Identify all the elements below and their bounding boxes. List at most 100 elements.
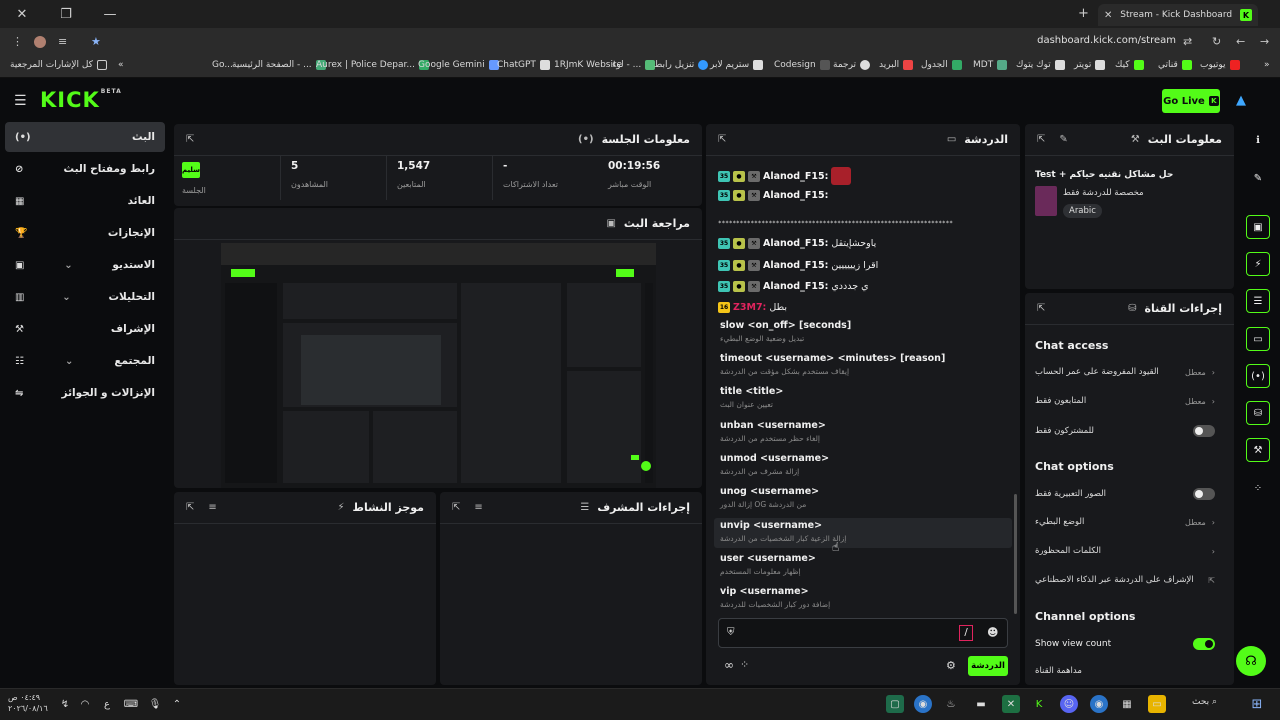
bookmark-item[interactable]: ChatGPT [497,60,550,70]
command-suggestion[interactable]: title <title> تعيين عنوان البث [720,386,1010,409]
site-settings-icon[interactable]: ⇄ [1183,35,1192,48]
language-tag[interactable]: Arabic [1063,204,1102,218]
nav-studio[interactable]: الاستديو ⌄ ▣ [5,250,165,280]
setting-banned-words[interactable]: الكلمات المحظورة › [1035,546,1215,556]
command-suggestion-highlighted[interactable]: unvip <username> إزالة الزعية كبار الشخصي… [714,518,1012,548]
browser-tab[interactable]: ✕ Stream - Kick Dashboard K [1098,4,1258,26]
info-icon[interactable]: ℹ [1246,128,1270,152]
chat-message[interactable]: 35 ● ⚒ Alanod_F15: ياوحش‏إيتقل [718,238,876,249]
bookmark-item[interactable]: البريد [879,60,914,70]
bookmark-item[interactable]: لوء - ... [612,60,656,70]
popout-icon[interactable]: ⇱ [186,502,194,513]
setting-subscribers-only[interactable]: للمشتركون فقط [1035,425,1215,437]
popout-icon[interactable]: ⇱ [452,502,460,513]
url-bar[interactable]: dashboard.kick.com/stream [1000,35,1176,46]
wifi-icon[interactable]: ◠ [76,695,94,713]
user-avatar[interactable]: ▲ [1236,93,1246,108]
nav-revenue[interactable]: العائد ▦ [5,186,165,216]
chat-message[interactable]: 35 ● ⚒ Alanod_F15: [718,167,852,185]
bookmark-item[interactable]: Codesign [774,60,830,70]
windows-start-icon[interactable]: ⊞ [1248,695,1266,713]
users-icon[interactable]: ⁘ [740,658,749,671]
command-suggestion[interactable]: user <username> إظهار معلومات المستخدم [720,553,1010,576]
category-thumbnail[interactable] [1035,186,1057,216]
app-icon[interactable]: ▬ [972,695,990,713]
forward-icon[interactable]: ← [1236,35,1245,48]
menu-dots-icon[interactable]: ⋮ [12,35,23,48]
chrome-icon[interactable]: ◉ [1090,695,1108,713]
bookmark-item[interactable]: الجدول [921,60,962,70]
bookmark-all[interactable]: كل الإشارات المرجعية [10,60,107,70]
bookmark-star-icon[interactable]: ★ [91,35,101,48]
go-live-button[interactable]: Go Live K [1162,89,1220,113]
bookmark-item[interactable]: الصفحة الرئيسية - ... [232,60,326,70]
list-icon[interactable]: ☰ [1246,289,1270,313]
broadcast-icon[interactable]: (•) [1246,364,1270,388]
tray-chevron-icon[interactable]: ⌃ [168,695,186,713]
gear-icon[interactable]: ⚙ [946,659,956,672]
chat-username[interactable]: Alanod_F15: [763,190,828,201]
command-suggestion[interactable]: unmod <username> إزالة مشرف من الدردشة [720,453,1010,476]
app-icon[interactable]: ▢ [886,695,904,713]
chevron-left-icon[interactable]: « [118,60,124,70]
chat-username[interactable]: Alanod_F15: [763,238,828,249]
setting-slow-mode[interactable]: الوضع البطيء معطل › [1035,517,1215,527]
hamburger-menu-icon[interactable]: ☰ [14,93,27,109]
nav-analytics[interactable]: التحليلات ⌄ ▥ [5,282,165,312]
mic-icon[interactable]: 🎙 [146,695,164,713]
chat-bubble-icon[interactable]: ▭ [1246,327,1270,351]
bookmark-item[interactable]: ترجمة [833,60,871,70]
emotes-only-toggle[interactable] [1193,488,1215,500]
bookmark-item[interactable]: كيك [1115,60,1144,70]
chat-username[interactable]: Alanod_F15: [763,171,828,182]
bookmark-item[interactable]: MDT [973,60,1008,70]
subscribers-only-toggle[interactable] [1193,425,1215,437]
bookmark-item[interactable]: تنزيل رابط [654,60,709,70]
close-window-icon[interactable]: ✕ [0,0,44,28]
chat-input[interactable]: ⛨ / ☻ [718,618,1008,648]
chat-username[interactable]: Z3M7: [733,302,766,313]
close-tab-icon[interactable]: ✕ [1104,10,1112,21]
discord-icon[interactable]: ☺ [1060,695,1078,713]
filter-icon[interactable]: ≡ [474,502,482,513]
popout-icon[interactable]: ⇱ [186,134,194,145]
channel-icon[interactable]: ⛁ [1246,401,1270,425]
edit-icon[interactable]: ✎ [1059,134,1067,145]
nav-achievements[interactable]: الإنجازات 🏆 [5,218,165,248]
store-icon[interactable]: ▦ [1118,695,1136,713]
tab-search-icon[interactable]: ≡ [58,35,67,48]
popout-icon[interactable]: ⇱ [718,134,726,145]
send-chat-button[interactable]: الدردشة [968,656,1008,676]
chat-message[interactable]: 35 ● ⚒ Alanod_F15: اقرا زيييييين [718,260,878,271]
setting-host[interactable]: مداهمة القناة [1035,666,1215,676]
help-headset-icon[interactable]: ☊ [1236,646,1266,676]
shield-icon[interactable]: ⛨ [727,627,735,638]
setting-followers-only[interactable]: المتابعون فقط معطل › [1035,396,1215,406]
command-suggestion[interactable]: vip <username> إضافة دور كبار الشخصيات لل… [720,586,1010,609]
language-icon[interactable]: ع [98,695,116,713]
nav-community[interactable]: المجتمع ⌄ ☷ [5,346,165,376]
lightning-icon[interactable]: ⚡ [1246,252,1270,276]
notifications-icon[interactable]: ↯ [56,695,74,713]
bookmark-item[interactable]: Aurex | Police Depar... [316,60,429,70]
nav-drops[interactable]: الإنزالات و الجوائز ⇋ [5,378,165,408]
reload-icon[interactable]: ↻ [1212,35,1221,48]
chevron-right-icon[interactable]: » [1264,60,1270,70]
filter-icon[interactable]: ≡ [208,502,216,513]
command-suggestion[interactable]: unban <username> إلغاء حظر مستخدم من الدر… [720,420,1010,443]
steam-icon[interactable]: ♨ [942,695,960,713]
setting-ai-moderation[interactable]: الإشراف على الدردشة عبر الذكاء الاصطناعي… [1035,575,1215,585]
command-suggestion[interactable]: timeout <username> <minutes> [reason] إيق… [720,353,1010,376]
new-tab-icon[interactable]: + [1078,6,1089,21]
show-view-count-toggle[interactable] [1193,638,1215,650]
back-icon[interactable]: → [1260,35,1269,48]
restore-window-icon[interactable]: ❐ [44,0,88,28]
popout-icon[interactable]: ⇱ [1037,134,1045,145]
chat-scrollbar[interactable] [1014,494,1017,614]
taskbar-search[interactable]: بحث ⌕ [1192,697,1217,707]
hammer-icon[interactable]: ⚒ [1246,438,1270,462]
bookmark-item[interactable]: ستريم لابر [710,60,764,70]
infinity-icon[interactable]: ∞ [724,658,734,672]
bookmark-item[interactable]: Google Gemini [418,60,499,70]
excel-icon[interactable]: ✕ [1002,695,1020,713]
